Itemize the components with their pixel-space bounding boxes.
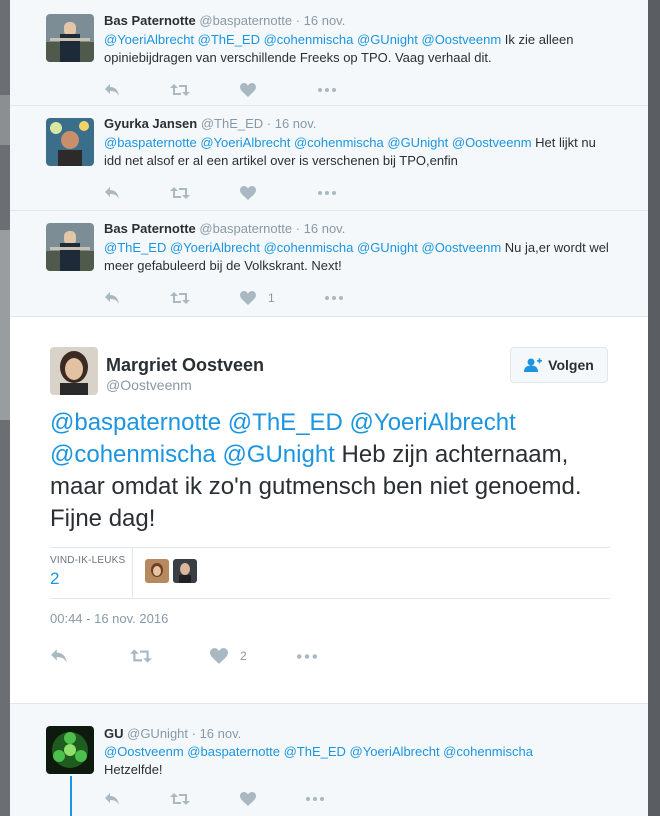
like-button[interactable]: 2	[210, 648, 247, 664]
reply-button[interactable]	[104, 83, 120, 97]
more-icon	[324, 296, 343, 300]
tweet-time[interactable]: · 16 nov.	[296, 13, 346, 28]
more-button[interactable]	[324, 296, 343, 300]
retweet-button[interactable]	[170, 83, 190, 97]
author-name[interactable]: Bas Paternotte	[104, 13, 196, 28]
author-handle[interactable]: @baspaternotte	[199, 221, 292, 236]
retweet-button[interactable]	[170, 792, 190, 806]
avatar[interactable]	[173, 559, 197, 583]
tweet-text: @baspaternotte @YoeriAlbrecht @cohenmisc…	[104, 135, 596, 168]
likers-avatars	[145, 559, 197, 583]
reply-icon	[105, 187, 119, 199]
mentions[interactable]: @Oostveenm @baspaternotte @ThE_ED @Yoeri…	[104, 744, 533, 759]
thread-line	[70, 776, 72, 816]
avatar[interactable]	[50, 347, 98, 395]
background-page-left	[0, 0, 10, 816]
tweet-text: @Oostveenm @baspaternotte @ThE_ED @Yoeri…	[104, 744, 533, 777]
tweet-time[interactable]: · 16 nov.	[296, 221, 346, 236]
focused-tweet: Margriet Oostveen @Oostveenm Volgen @bas…	[10, 317, 648, 692]
retweet-button[interactable]	[170, 186, 190, 200]
more-button[interactable]	[318, 88, 336, 92]
background-page-right	[648, 0, 660, 816]
mentions[interactable]: @YoeriAlbrecht @ThE_ED @cohenmischa @GUn…	[104, 32, 501, 47]
author-handle[interactable]: @ThE_ED	[201, 116, 263, 131]
reply-icon	[105, 84, 119, 96]
likes-stat[interactable]: VIND-IK-LEUKS 2	[50, 548, 133, 598]
tweet-actions	[104, 782, 374, 816]
tweet-stats: VIND-IK-LEUKS 2	[50, 547, 610, 599]
avatar[interactable]	[46, 118, 94, 166]
retweet-button[interactable]	[170, 291, 190, 305]
tweet-timestamp[interactable]: 00:44 - 16 nov. 2016	[50, 611, 168, 626]
likes-count[interactable]: 2	[50, 569, 59, 589]
tweet-actions: 2	[50, 639, 367, 673]
tweet-text: @baspaternotte @ThE_ED @YoeriAlbrecht @c…	[50, 409, 582, 532]
heart-icon	[210, 648, 228, 664]
heart-icon	[240, 291, 256, 305]
author-name[interactable]: GU	[104, 726, 124, 741]
retweet-icon	[170, 84, 190, 96]
tweet-time[interactable]: · 16 nov.	[267, 116, 317, 131]
more-button[interactable]	[296, 653, 317, 659]
reply-icon	[105, 793, 119, 805]
tweet-time[interactable]: · 16 nov.	[192, 726, 242, 741]
reply-button[interactable]	[50, 648, 68, 664]
author-handle[interactable]: @baspaternotte	[199, 13, 292, 28]
follow-button[interactable]: Volgen	[510, 347, 608, 383]
more-icon	[318, 88, 336, 92]
tweet-actions: 1	[104, 281, 636, 315]
follow-label: Volgen	[548, 357, 594, 373]
retweet-icon	[170, 187, 190, 199]
more-button[interactable]	[306, 797, 324, 801]
avatar[interactable]	[46, 726, 94, 774]
add-user-icon	[524, 358, 543, 372]
more-button[interactable]	[318, 191, 336, 195]
like-count: 2	[240, 649, 247, 663]
tweet-actions	[104, 176, 636, 210]
retweet-button[interactable]	[130, 648, 152, 664]
conversation-tweet[interactable]: Bas Paternotte @baspaternotte · 16 nov. …	[10, 0, 648, 106]
author-name[interactable]: Gyurka Jansen	[104, 116, 197, 131]
more-icon	[318, 191, 336, 195]
mentions[interactable]: @baspaternotte @YoeriAlbrecht @cohenmisc…	[104, 135, 532, 150]
like-button[interactable]	[240, 186, 268, 200]
retweet-icon	[130, 649, 152, 663]
reply-button[interactable]	[104, 186, 120, 200]
reply-icon	[105, 292, 119, 304]
avatar[interactable]	[46, 223, 94, 271]
author-handle[interactable]: @GUnight	[127, 726, 188, 741]
heart-icon	[240, 792, 256, 806]
tweet-conversation-modal: Bas Paternotte @baspaternotte · 16 nov. …	[10, 0, 648, 816]
more-icon	[296, 653, 317, 659]
reply-tweet[interactable]: GU @GUnight · 16 nov. @Oostveenm @baspat…	[10, 703, 648, 816]
reply-icon	[51, 649, 67, 663]
heart-icon	[240, 186, 256, 200]
tweet-text: @ThE_ED @YoeriAlbrecht @cohenmischa @GUn…	[104, 240, 609, 273]
reply-button[interactable]	[104, 792, 120, 806]
like-button[interactable]: 1	[240, 291, 275, 305]
tweet-text: @YoeriAlbrecht @ThE_ED @cohenmischa @GUn…	[104, 32, 574, 65]
like-button[interactable]	[240, 792, 256, 806]
retweet-icon	[170, 292, 190, 304]
author-name[interactable]: Bas Paternotte	[104, 221, 196, 236]
heart-icon	[240, 83, 256, 97]
like-button[interactable]	[240, 83, 268, 97]
author-name[interactable]: Margriet Oostveen	[106, 355, 264, 376]
reply-button[interactable]	[104, 291, 120, 305]
more-icon	[306, 797, 324, 801]
conversation-tweet[interactable]: Bas Paternotte @baspaternotte · 16 nov. …	[10, 211, 648, 317]
tweet-actions	[104, 73, 636, 107]
like-count: 1	[268, 291, 275, 305]
mentions[interactable]: @ThE_ED @YoeriAlbrecht @cohenmischa @GUn…	[104, 240, 501, 255]
likes-label: VIND-IK-LEUKS	[50, 555, 126, 566]
avatar[interactable]	[46, 14, 94, 62]
author-handle[interactable]: @Oostveenm	[106, 377, 192, 393]
conversation-tweet[interactable]: Gyurka Jansen @ThE_ED · 16 nov. @baspate…	[10, 106, 648, 211]
avatar[interactable]	[145, 559, 169, 583]
retweet-icon	[170, 793, 190, 805]
